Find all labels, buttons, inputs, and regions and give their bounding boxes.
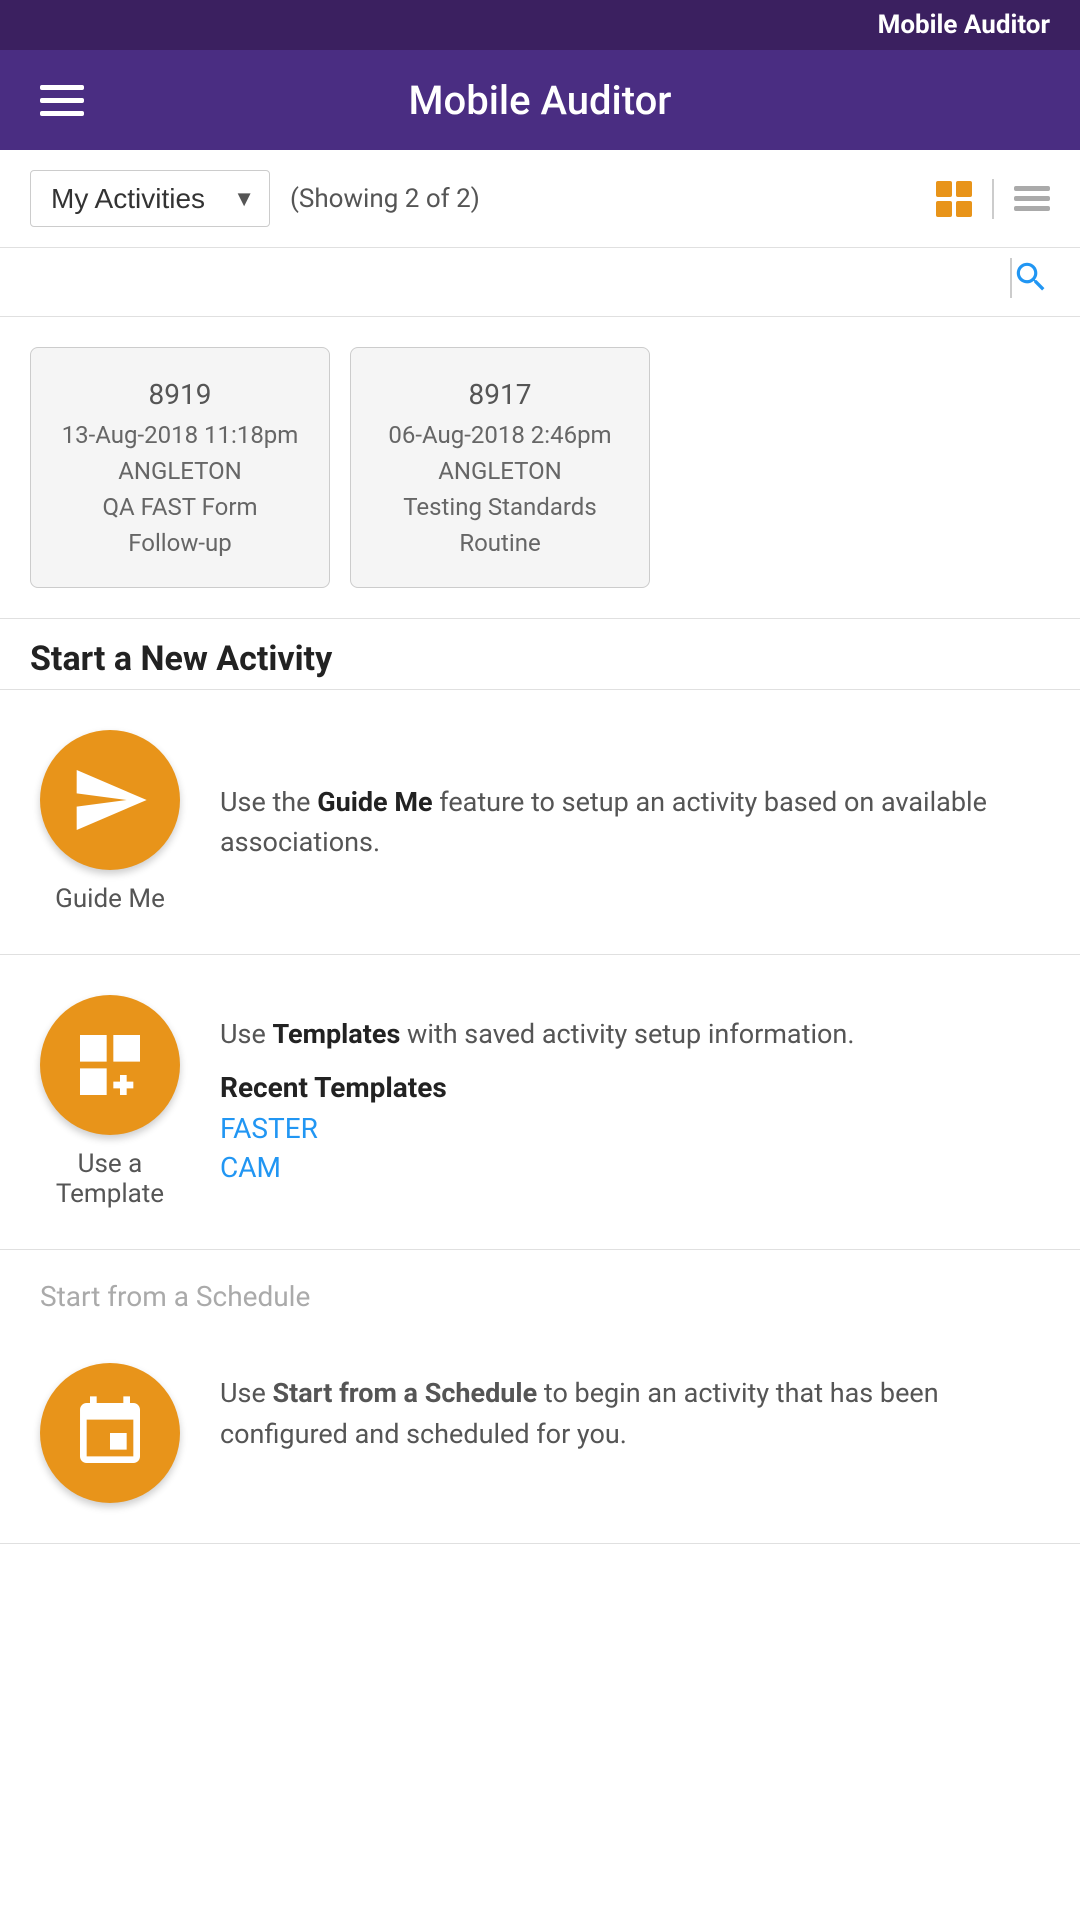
guide-me-label: Guide Me <box>55 884 165 914</box>
use-template-icon-area: Use a Template <box>30 995 190 1209</box>
card-name: Testing Standards <box>371 493 629 521</box>
template-link-faster[interactable]: FASTER <box>220 1112 1050 1145</box>
schedule-icon-area <box>30 1363 190 1503</box>
start-from-schedule-row: Start from a Schedule Use Start from a S… <box>0 1250 1080 1544</box>
grid-view-icon[interactable] <box>936 181 972 217</box>
showing-count: (Showing 2 of 2) <box>290 184 480 214</box>
guide-me-icon-area: Guide Me <box>30 730 190 914</box>
use-template-label: Use a Template <box>56 1149 164 1209</box>
guide-me-button[interactable] <box>40 730 180 870</box>
icon-divider <box>992 179 994 219</box>
new-activity-heading: Start a New Activity <box>0 618 1080 689</box>
card-type: Routine <box>371 529 629 557</box>
card-name: QA FAST Form <box>51 493 309 521</box>
template-link-cam[interactable]: CAM <box>220 1151 1050 1184</box>
card-location: ANGLETON <box>51 457 309 485</box>
guide-me-description: Use the Guide Me feature to setup an act… <box>220 782 1050 863</box>
status-bar-title: Mobile Auditor <box>878 10 1050 40</box>
use-template-bold: Templates <box>272 1018 400 1050</box>
card-id: 8917 <box>371 378 629 411</box>
filter-bar: My Activities All Activities ▼ (Showing … <box>0 150 1080 248</box>
guide-me-bold: Guide Me <box>317 786 432 818</box>
card-type: Follow-up <box>51 529 309 557</box>
schedule-label: Start from a Schedule <box>30 1280 310 1313</box>
use-template-button[interactable] <box>40 995 180 1135</box>
search-button[interactable] <box>1012 258 1050 306</box>
schedule-bold: Start from a Schedule <box>272 1377 537 1409</box>
hamburger-menu-icon[interactable] <box>40 85 84 116</box>
table-row[interactable]: 8919 13-Aug-2018 11:18pm ANGLETON QA FAS… <box>30 347 330 588</box>
card-location: ANGLETON <box>371 457 629 485</box>
table-row[interactable]: 8917 06-Aug-2018 2:46pm ANGLETON Testing… <box>350 347 650 588</box>
guide-me-content: Use the Guide Me feature to setup an act… <box>220 782 1050 863</box>
list-view-icon[interactable] <box>1014 181 1050 217</box>
recent-templates-title: Recent Templates <box>220 1071 1050 1104</box>
status-bar: Mobile Auditor <box>0 0 1080 50</box>
activity-select-wrapper[interactable]: My Activities All Activities ▼ <box>30 170 270 227</box>
nav-bar: Mobile Auditor <box>0 50 1080 150</box>
card-id: 8919 <box>51 378 309 411</box>
use-template-row: Use a Template Use Templates with saved … <box>0 955 1080 1250</box>
filter-icons <box>936 179 1050 219</box>
activity-cards-section: 8919 13-Aug-2018 11:18pm ANGLETON QA FAS… <box>0 317 1080 618</box>
start-from-schedule-button[interactable] <box>40 1363 180 1503</box>
recent-templates: Recent Templates FASTER CAM <box>220 1071 1050 1184</box>
activity-select[interactable]: My Activities All Activities <box>30 170 270 227</box>
nav-title: Mobile Auditor <box>409 77 672 124</box>
use-template-description: Use Templates with saved activity setup … <box>220 1014 1050 1055</box>
guide-me-row: Guide Me Use the Guide Me feature to set… <box>0 690 1080 955</box>
card-date: 06-Aug-2018 2:46pm <box>371 421 629 449</box>
schedule-description: Use Start from a Schedule to begin an ac… <box>220 1363 1050 1454</box>
card-date: 13-Aug-2018 11:18pm <box>51 421 309 449</box>
use-template-content: Use Templates with saved activity setup … <box>220 1014 1050 1190</box>
search-bar <box>0 248 1080 317</box>
schedule-inner: Use Start from a Schedule to begin an ac… <box>30 1363 1050 1503</box>
